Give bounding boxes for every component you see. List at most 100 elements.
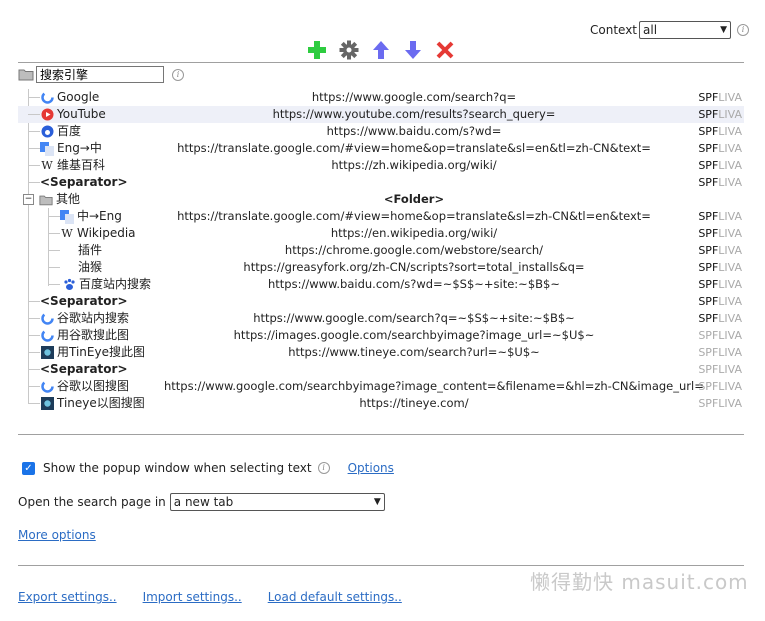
item-flags: SPFLIVA	[698, 244, 742, 257]
list-item[interactable]: Tineye以图搜图 https://tineye.com/ SPFLIVA	[18, 395, 744, 412]
separator-item[interactable]: <Separator> SPFLIVA	[18, 174, 744, 191]
open-page-select[interactable]: a new tab ▼	[169, 493, 385, 511]
folder-marker: <Folder>	[383, 192, 445, 206]
item-flags: SPFLIVA	[698, 397, 742, 410]
context-select[interactable]: all ▼	[639, 21, 732, 39]
item-url: https://www.youtube.com/results?search_q…	[272, 107, 556, 121]
divider	[18, 62, 744, 63]
more-options-link[interactable]: More options	[18, 528, 96, 542]
item-flags: SPFLIVA	[698, 346, 742, 359]
item-name: 维基百科	[57, 158, 106, 172]
list-item[interactable]: W Wikipedia https://en.wikipedia.org/wik…	[18, 225, 744, 242]
load-default-settings-link[interactable]: Load default settings..	[268, 590, 402, 604]
item-name: 用谷歌搜此图	[57, 328, 130, 342]
item-url: https://www.google.com/search?q=~$S$~+si…	[253, 311, 575, 325]
open-page-select-value: a new tab	[173, 495, 234, 509]
item-flags: SPFLIVA	[698, 108, 742, 121]
arrow-up-icon	[373, 41, 389, 59]
move-up-button[interactable]	[370, 39, 392, 61]
item-url: https://greasyfork.org/zh-CN/scripts?sor…	[243, 260, 585, 274]
list-item[interactable]: 百度 https://www.baidu.com/s?wd= SPFLIVA	[18, 123, 744, 140]
list-item[interactable]: 谷歌站内搜索 https://www.google.com/search?q=~…	[18, 310, 744, 327]
item-name: 用TinEye搜此图	[57, 345, 145, 359]
item-flags: SPFLIVA	[698, 227, 742, 240]
item-name: 谷歌站内搜索	[57, 311, 130, 325]
separator-item[interactable]: <Separator> SPFLIVA	[18, 293, 744, 310]
item-flags: SPFLIVA	[698, 91, 742, 104]
context-control: Context all ▼ i	[590, 21, 750, 39]
item-flags: SPFLIVA	[698, 380, 742, 393]
item-name: Google	[57, 90, 100, 104]
item-name: Eng→中	[57, 141, 102, 155]
item-url: https://translate.google.com/#view=home&…	[177, 141, 651, 155]
export-settings-link[interactable]: Export settings..	[18, 590, 117, 604]
add-icon	[308, 41, 326, 59]
root-folder-name-input[interactable]	[36, 66, 164, 83]
item-name: YouTube	[57, 107, 106, 121]
open-page-label: Open the search page in	[18, 495, 166, 509]
search-engine-tree: Google https://www.google.com/search?q= …	[18, 89, 744, 412]
item-name: <Separator>	[40, 294, 128, 308]
item-flags: SPFLIVA	[698, 142, 742, 155]
wikipedia-icon: W	[41, 159, 53, 172]
list-item[interactable]: 用TinEye搜此图 https://www.tineye.com/search…	[18, 344, 744, 361]
list-item[interactable]: 油猴 https://greasyfork.org/zh-CN/scripts?…	[18, 259, 744, 276]
item-flags: SPFLIVA	[698, 329, 742, 342]
list-item[interactable]: 中→Eng https://translate.google.com/#view…	[18, 208, 744, 225]
item-flags: SPFLIVA	[698, 125, 742, 138]
item-url: https://tineye.com/	[359, 396, 469, 410]
popup-option-label: Show the popup window when selecting tex…	[43, 461, 312, 475]
list-item[interactable]: W 维基百科 https://zh.wikipedia.org/wiki/ SP…	[18, 157, 744, 174]
google-icon	[40, 91, 54, 105]
item-flags: SPFLIVA	[698, 176, 742, 189]
delete-button[interactable]	[434, 39, 456, 61]
footer: Export settings.. Import settings.. Load…	[18, 590, 402, 604]
folder-item[interactable]: − 其他 <Folder>	[18, 191, 744, 208]
google-icon	[40, 312, 54, 326]
item-name: 百度站内搜索	[79, 277, 152, 291]
item-url: https://www.tineye.com/search?url=~$U$~	[288, 345, 540, 359]
import-settings-link[interactable]: Import settings..	[143, 590, 242, 604]
baidu-icon	[62, 278, 76, 292]
separator-item[interactable]: <Separator> SPFLIVA	[18, 361, 744, 378]
translate-icon	[40, 141, 54, 156]
settings-button[interactable]	[338, 39, 360, 61]
info-icon[interactable]: i	[172, 68, 184, 81]
item-name: 中→Eng	[77, 209, 122, 223]
item-name: 其他	[56, 192, 81, 206]
list-item[interactable]: YouTube https://www.youtube.com/results?…	[18, 106, 744, 123]
options-link[interactable]: Options	[348, 461, 394, 475]
item-url: https://chrome.google.com/webstore/searc…	[284, 243, 544, 257]
list-item[interactable]: 谷歌以图搜图 https://www.google.com/searchbyim…	[18, 378, 744, 395]
item-flags: SPFLIVA	[698, 261, 742, 274]
add-button[interactable]	[306, 39, 328, 61]
list-item[interactable]: Google https://www.google.com/search?q= …	[18, 89, 744, 106]
list-item[interactable]: 用谷歌搜此图 https://images.google.com/searchb…	[18, 327, 744, 344]
tineye-icon	[40, 397, 54, 411]
list-item[interactable]: Eng→中 https://translate.google.com/#view…	[18, 140, 744, 157]
delete-icon	[436, 41, 454, 59]
collapse-toggle[interactable]: −	[23, 194, 34, 205]
item-flags: SPFLIVA	[698, 278, 742, 291]
open-page-option: Open the search page in a new tab ▼	[18, 493, 385, 511]
item-url: https://www.google.com/searchbyimage?ima…	[164, 379, 704, 393]
tineye-icon	[40, 346, 54, 360]
item-url: https://www.google.com/search?q=	[311, 90, 517, 104]
item-url: https://en.wikipedia.org/wiki/	[330, 226, 498, 240]
chevron-down-icon: ▼	[373, 497, 381, 507]
info-icon[interactable]: i	[317, 462, 330, 474]
move-down-button[interactable]	[402, 39, 424, 61]
item-name: Tineye以图搜图	[57, 396, 145, 410]
list-item[interactable]: 百度站内搜索 https://www.baidu.com/s?wd=~$S$~+…	[18, 276, 744, 293]
popup-checkbox[interactable]: ✓	[22, 461, 35, 475]
item-url: https://www.baidu.com/s?wd=	[326, 124, 502, 138]
item-name: Wikipedia	[77, 226, 136, 240]
item-flags: SPFLIVA	[698, 159, 742, 172]
arrow-down-icon	[405, 41, 421, 59]
item-url: https://zh.wikipedia.org/wiki/	[331, 158, 497, 172]
popup-option: ✓ Show the popup window when selecting t…	[22, 461, 394, 475]
list-item[interactable]: 插件 https://chrome.google.com/webstore/se…	[18, 242, 744, 259]
toolbar	[306, 39, 456, 61]
info-icon[interactable]: i	[737, 24, 750, 36]
item-name: 百度	[57, 124, 82, 138]
